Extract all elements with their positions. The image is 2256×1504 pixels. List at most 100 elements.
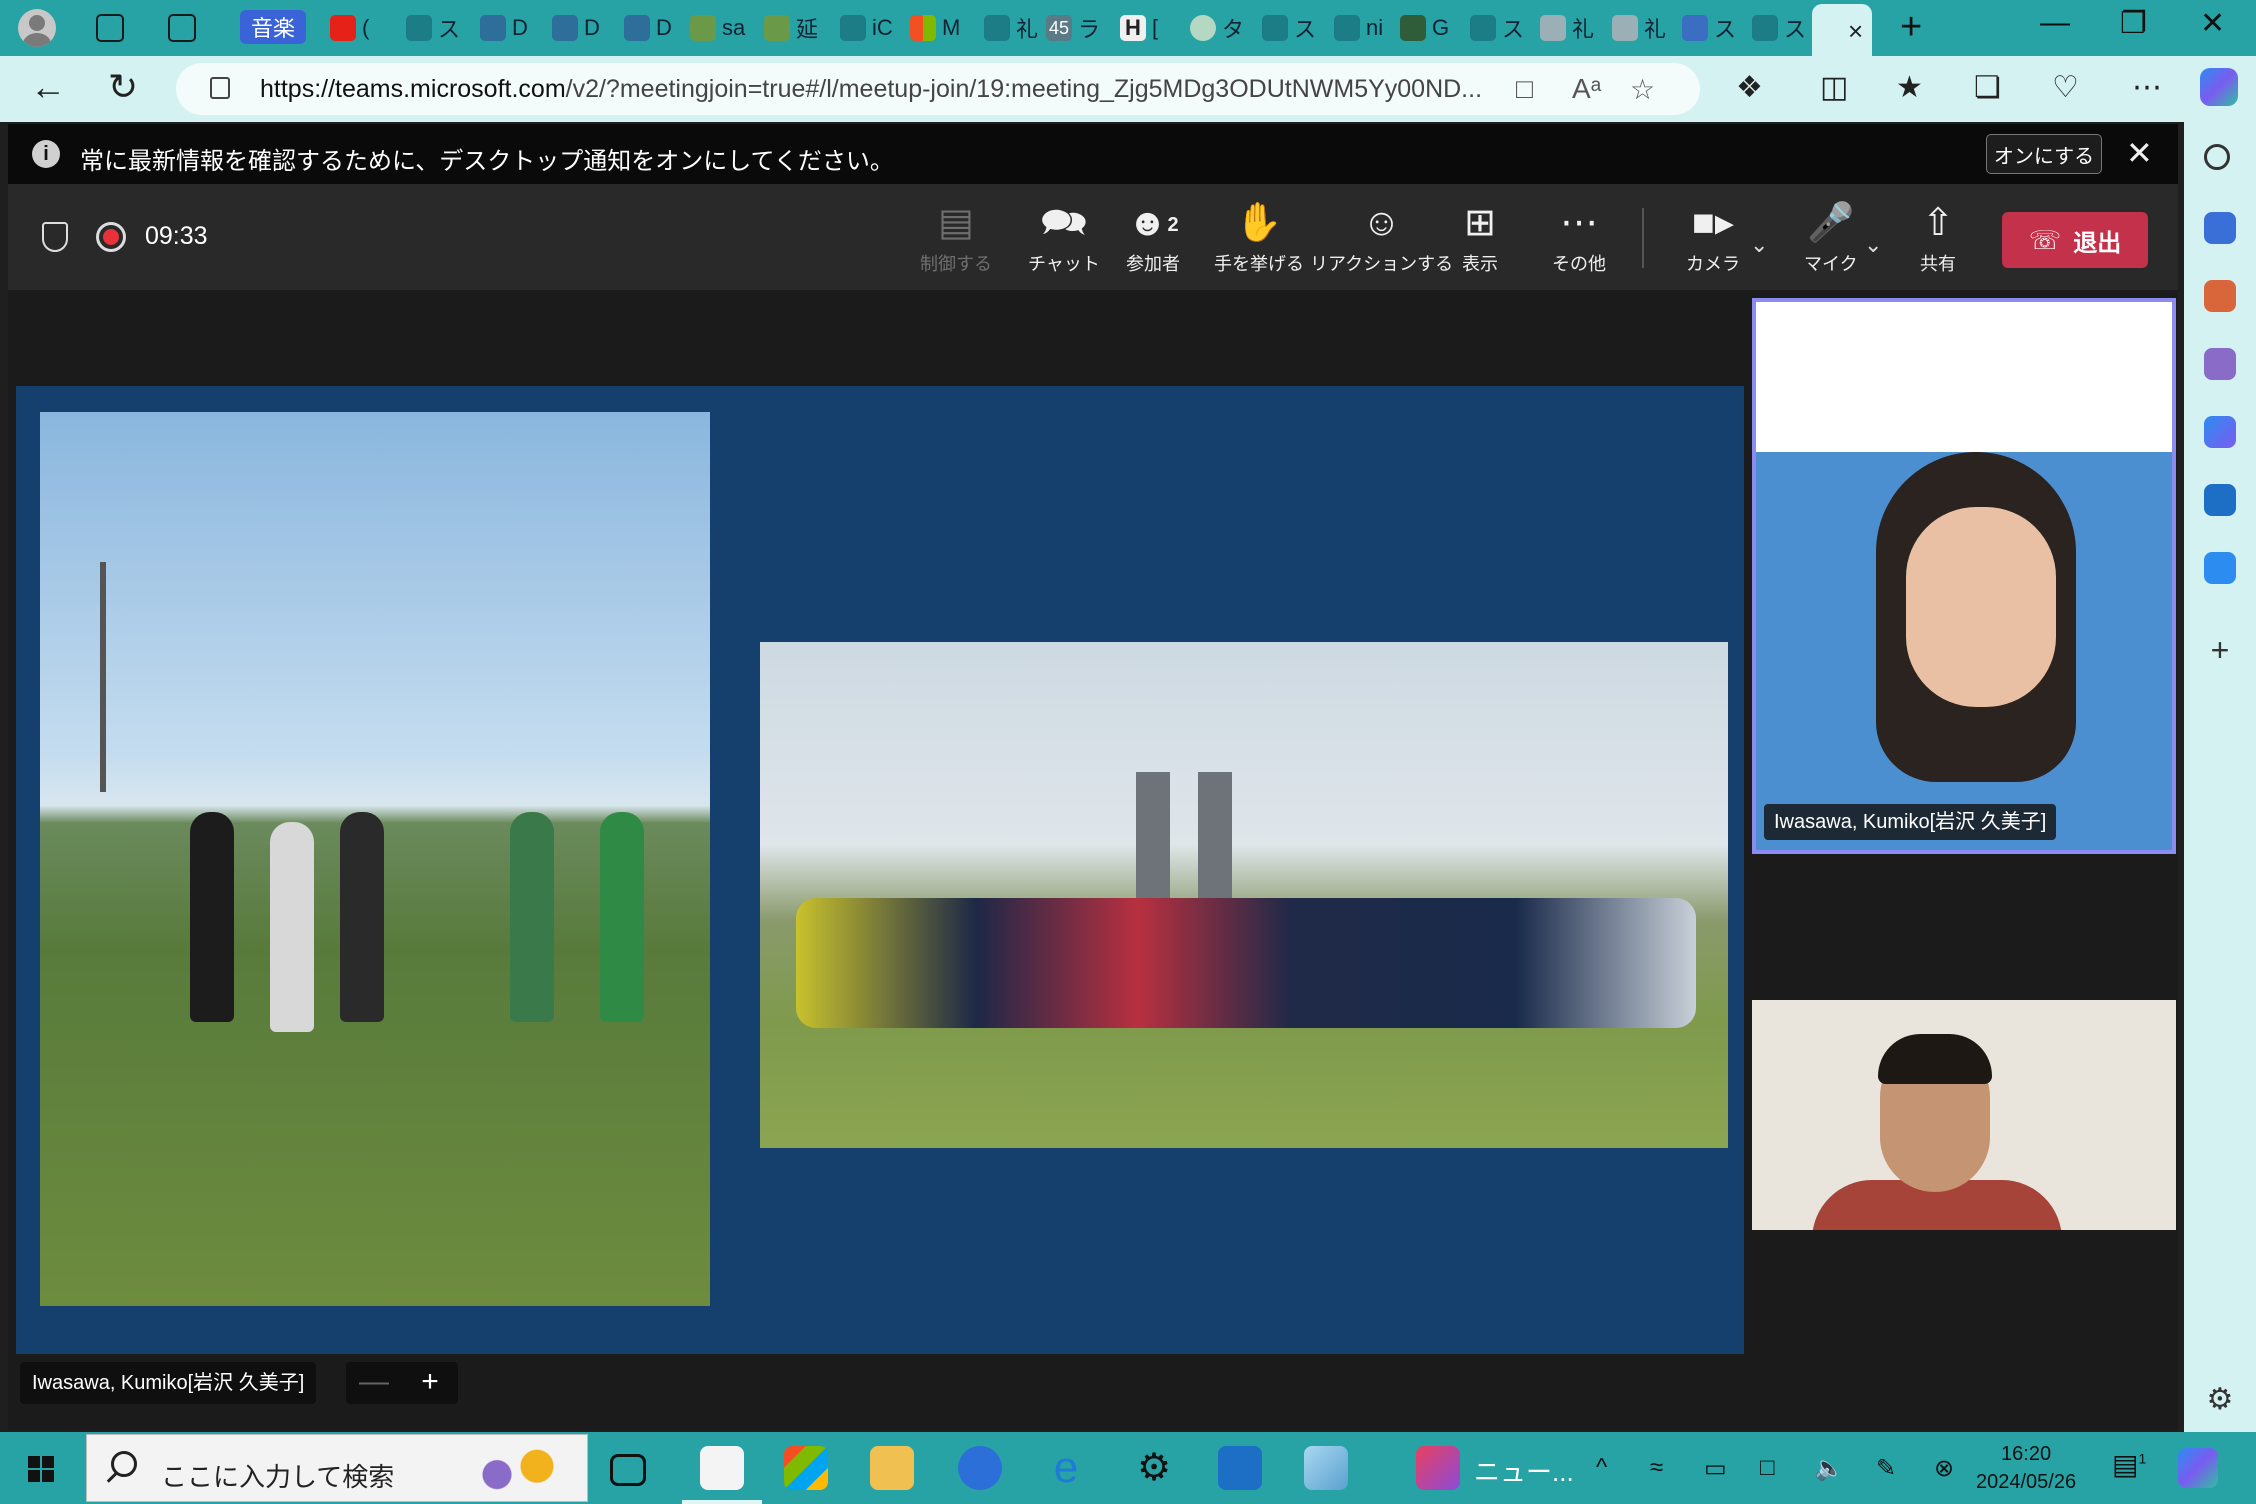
close-window-button[interactable]: ✕ bbox=[2200, 6, 2225, 41]
show-hidden-icons-chevron-icon[interactable]: ^ bbox=[1596, 1454, 1607, 1482]
tab-search-3[interactable]: ス bbox=[1262, 12, 1316, 44]
internet-explorer-icon[interactable]: e bbox=[1044, 1446, 1088, 1490]
notification-center-icon[interactable]: ▤1 bbox=[2112, 1448, 2146, 1481]
tab-teams-meeting[interactable]: × bbox=[1812, 4, 1872, 56]
tab-ta[interactable]: タ bbox=[1190, 12, 1244, 44]
people-button[interactable]: ☻2 参加者 bbox=[1126, 202, 1180, 282]
more-menu-icon[interactable]: ⋯ bbox=[2132, 70, 2162, 105]
minimize-button[interactable]: — bbox=[2040, 6, 2070, 40]
raise-hand-button[interactable]: ✋ 手を挙げる bbox=[1214, 202, 1304, 282]
volume-icon[interactable]: 🔈 bbox=[1814, 1454, 1844, 1483]
chat-button[interactable]: 🗪 チャット bbox=[1028, 202, 1100, 282]
tab-music[interactable]: 音楽 bbox=[240, 10, 306, 44]
meet-now-icon[interactable]: □ bbox=[1760, 1454, 1775, 1482]
settings-gear-icon[interactable]: ⚙ bbox=[1132, 1446, 1176, 1490]
tab-g[interactable]: G bbox=[1400, 12, 1449, 44]
tab-microsoft[interactable]: M bbox=[910, 12, 960, 44]
favorite-star-icon[interactable]: ☆ bbox=[1630, 73, 1655, 106]
outlook-new-icon[interactable] bbox=[1218, 1446, 1262, 1490]
tab-search-5[interactable]: ス bbox=[1752, 12, 1806, 44]
tab-h[interactable]: H[ bbox=[1120, 12, 1158, 44]
tab-ni[interactable]: ni bbox=[1334, 12, 1383, 44]
address-bar[interactable]: https://teams.microsoft.com/v2/?meetingj… bbox=[176, 63, 1700, 115]
shopping-tag-icon[interactable] bbox=[2204, 212, 2236, 244]
games-icon[interactable] bbox=[2204, 348, 2236, 380]
more-button[interactable]: ⋯ その他 bbox=[1552, 202, 1606, 282]
mic-options-chevron-icon[interactable]: ⌄ bbox=[1864, 232, 1882, 258]
clock-time: 16:20 bbox=[2001, 1443, 2052, 1465]
mic-button[interactable]: 🎤 マイク bbox=[1804, 202, 1858, 282]
camera-button[interactable]: ■▸ カメラ bbox=[1686, 202, 1740, 282]
react-button[interactable]: ☺ リアクションする bbox=[1310, 202, 1453, 282]
tab-ic[interactable]: iC bbox=[840, 12, 893, 44]
read-aloud-icon[interactable]: Aᵃ bbox=[1572, 73, 1601, 105]
back-icon[interactable]: ← bbox=[30, 66, 66, 108]
participant-video-active-speaker[interactable]: Iwasawa, Kumiko[岩沢 久美子] bbox=[1752, 298, 2176, 854]
notepad-icon[interactable] bbox=[682, 1446, 762, 1504]
add-sidebar-app-icon[interactable]: + bbox=[2204, 634, 2236, 666]
split-screen-icon[interactable]: ◫ bbox=[1820, 70, 1848, 105]
search-icon[interactable] bbox=[2204, 144, 2230, 170]
tools-icon[interactable] bbox=[2204, 280, 2236, 312]
new-tab-button[interactable]: + bbox=[1900, 6, 1922, 49]
workspaces-icon[interactable] bbox=[96, 14, 124, 42]
tab-search-2[interactable]: 礼 bbox=[984, 12, 1038, 44]
notes-app-icon[interactable] bbox=[1304, 1446, 1348, 1490]
tab-nobe[interactable]: 延 bbox=[764, 12, 818, 44]
close-banner-icon[interactable]: ✕ bbox=[2126, 134, 2153, 172]
taskbar-search-box[interactable]: ここに入力して検索 bbox=[86, 1434, 588, 1502]
zoom-in-button[interactable]: + bbox=[402, 1362, 458, 1404]
tab-pdf-2[interactable]: 礼 bbox=[1612, 12, 1666, 44]
tab-t[interactable]: ス bbox=[1682, 12, 1736, 44]
self-video-preview[interactable] bbox=[1752, 1000, 2176, 1230]
favorites-icon[interactable]: ★ bbox=[1896, 70, 1923, 105]
tab-d-2[interactable]: D bbox=[552, 12, 600, 44]
share-button[interactable]: ⇧ 共有 bbox=[1920, 202, 1956, 282]
battery-icon[interactable]: ▭ bbox=[1704, 1454, 1727, 1483]
zoom-out-button[interactable]: — bbox=[346, 1362, 402, 1404]
tab-pdf-1[interactable]: 礼 bbox=[1540, 12, 1594, 44]
task-view-icon[interactable] bbox=[610, 1454, 646, 1486]
store-icon[interactable] bbox=[784, 1446, 828, 1490]
copilot-taskbar-icon[interactable] bbox=[2178, 1448, 2218, 1488]
tab-youtube[interactable]: ( bbox=[330, 12, 369, 44]
google-app-icon[interactable] bbox=[958, 1446, 1002, 1490]
copilot-icon[interactable] bbox=[2200, 68, 2238, 106]
file-explorer-icon[interactable] bbox=[870, 1446, 914, 1490]
meeting-toolbar: 09:33 ▤ 制御する 🗪 チャット ☻2 参加者 ✋ 手を挙げる ☺ リアク… bbox=[8, 184, 2178, 290]
browser-essentials-icon[interactable]: ♡ bbox=[2052, 70, 2079, 105]
collections-icon[interactable]: ❏ bbox=[1974, 70, 2001, 105]
tab-actions-icon[interactable] bbox=[168, 14, 196, 42]
taskbar-clock[interactable]: 16:20 2024/05/26 bbox=[1976, 1440, 2076, 1496]
telegram-icon[interactable] bbox=[2204, 552, 2236, 584]
turn-on-notifications-button[interactable]: オンにする bbox=[1986, 134, 2102, 174]
pen-icon[interactable]: ✎ bbox=[1876, 1454, 1896, 1483]
news-app-icon[interactable] bbox=[1416, 1446, 1460, 1490]
tab-search-1[interactable]: ス bbox=[406, 12, 460, 44]
leave-button[interactable]: ☏ 退出 bbox=[2002, 212, 2148, 268]
camera-options-chevron-icon[interactable]: ⌄ bbox=[1750, 232, 1768, 258]
restore-button[interactable]: ❐ bbox=[2120, 6, 2147, 41]
close-tab-icon[interactable]: × bbox=[1848, 16, 1863, 47]
outlook-icon[interactable] bbox=[2204, 484, 2236, 516]
video-icon[interactable]: □ bbox=[1516, 73, 1533, 105]
refresh-icon[interactable]: ↻ bbox=[108, 66, 138, 108]
take-control-button[interactable]: ▤ 制御する bbox=[920, 202, 992, 282]
status-cancel-icon[interactable]: ⊗ bbox=[1934, 1454, 1954, 1483]
screen-control-icon: ▤ bbox=[938, 202, 974, 244]
sidebar-settings-gear-icon[interactable]: ⚙ bbox=[2204, 1384, 2236, 1416]
tab-d-3[interactable]: D bbox=[624, 12, 672, 44]
news-app-label[interactable]: ニュー... bbox=[1474, 1452, 1574, 1489]
tab-45[interactable]: 45 ラ bbox=[1046, 12, 1100, 44]
player-figure bbox=[190, 812, 234, 1022]
profile-avatar[interactable] bbox=[18, 9, 56, 47]
microsoft365-icon[interactable] bbox=[2204, 416, 2236, 448]
extensions-icon[interactable]: ❖ bbox=[1736, 70, 1763, 105]
tab-d-1[interactable]: D bbox=[480, 12, 528, 44]
shared-photo-team-group bbox=[760, 642, 1728, 1148]
start-windows-icon[interactable] bbox=[28, 1456, 54, 1482]
network-icon[interactable]: ≈ bbox=[1650, 1454, 1663, 1482]
view-button[interactable]: ⊞ 表示 bbox=[1462, 202, 1498, 282]
tab-sa[interactable]: sa bbox=[690, 12, 745, 44]
tab-search-4[interactable]: ス bbox=[1470, 12, 1524, 44]
